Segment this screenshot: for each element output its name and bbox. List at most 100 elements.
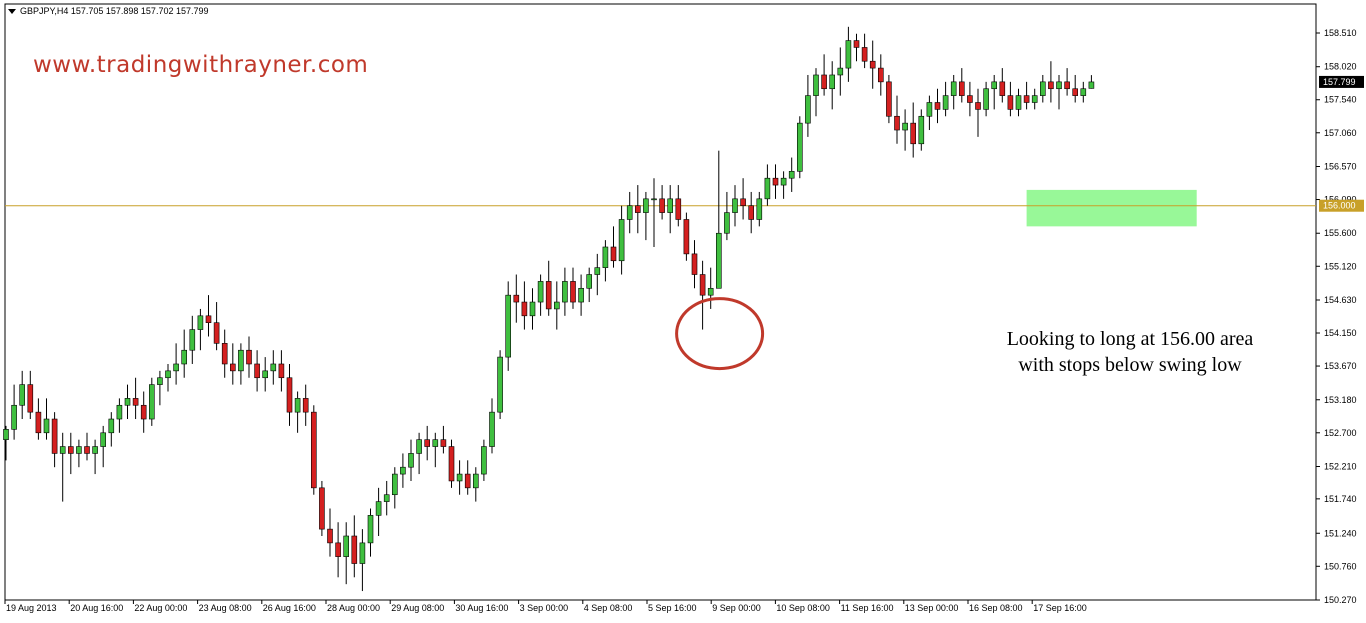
candle-body — [335, 542, 341, 557]
y-tick-label: 152.210 — [1324, 462, 1357, 472]
candle-body — [1048, 81, 1054, 90]
candle-body — [132, 398, 139, 406]
candle-body — [383, 494, 390, 502]
plot-frame — [4, 3, 1317, 601]
candle-body — [829, 74, 836, 90]
current-price-label: 157.799 — [1323, 77, 1356, 87]
candle-body — [1007, 95, 1014, 110]
candle-body — [886, 81, 892, 117]
candle-body — [651, 198, 657, 201]
candle-body — [545, 281, 552, 310]
dropdown-triangle-icon[interactable] — [8, 9, 16, 15]
candle-body — [19, 384, 26, 406]
candle-body — [497, 356, 503, 413]
y-tick-label: 157.540 — [1324, 95, 1357, 105]
candle-body — [343, 535, 350, 557]
x-tick-label: 3 Sep 00:00 — [520, 603, 569, 613]
y-tick-label: 158.510 — [1324, 28, 1357, 38]
y-tick-label: 154.150 — [1324, 328, 1357, 338]
x-tick-label: 30 Aug 16:00 — [455, 603, 508, 613]
x-tick-label: 11 Sep 16:00 — [841, 603, 894, 613]
candle-body — [918, 115, 925, 145]
candle-body — [537, 281, 544, 303]
candle-body — [11, 404, 17, 430]
candle-body — [424, 439, 431, 447]
candle-body — [934, 102, 941, 110]
candle-body — [675, 198, 682, 220]
candle-body — [667, 198, 674, 213]
candle-body — [59, 446, 66, 454]
candle-body — [764, 177, 771, 200]
candle-body — [294, 398, 301, 413]
candle-body — [853, 40, 860, 48]
x-tick-label: 29 Aug 08:00 — [391, 603, 444, 613]
candle-body — [92, 446, 98, 454]
candle-body — [610, 246, 617, 262]
candle-body — [489, 411, 495, 447]
candle-body — [367, 515, 374, 544]
y-tick-label: 155.600 — [1324, 228, 1357, 238]
x-tick-label: 17 Sep 16:00 — [1033, 603, 1087, 613]
candle-body — [715, 232, 722, 289]
candle-body — [513, 294, 520, 303]
candle-body — [1080, 88, 1087, 96]
candle-body — [456, 473, 463, 482]
candle-body — [894, 115, 900, 131]
candle-body — [238, 349, 244, 372]
x-tick-label: 19 Aug 2013 — [6, 603, 57, 613]
candle-body — [165, 370, 171, 379]
candle-body — [602, 246, 609, 268]
candle-body — [472, 473, 479, 489]
candle-body — [51, 418, 58, 454]
candle-body — [43, 418, 50, 434]
annotation-line-2: with stops below swing low — [1018, 354, 1242, 376]
x-tick-label: 13 Sep 00:00 — [905, 603, 959, 613]
candle-body — [562, 281, 568, 303]
chart-window: 158.510 158.020 157.540 157.060 156.570 156.0… — [0, 0, 1366, 618]
x-tick-label: 5 Sep 16:00 — [648, 603, 697, 613]
candle-body — [861, 47, 868, 62]
candle-body — [481, 446, 487, 475]
candle-body — [699, 274, 706, 296]
candle-body — [254, 363, 260, 379]
candle-body — [942, 95, 949, 110]
candle-body — [359, 542, 366, 564]
candle-body — [3, 429, 9, 440]
candle-body — [618, 219, 625, 262]
candle-body — [35, 411, 42, 434]
y-tick-label: 152.700 — [1324, 428, 1357, 438]
candle-body — [505, 294, 512, 358]
candle-body — [659, 198, 665, 213]
candle-body — [796, 122, 803, 172]
candle-body — [375, 501, 382, 516]
x-tick-label: 26 Aug 16:00 — [263, 603, 316, 613]
candle-body — [391, 473, 398, 496]
candle-body — [124, 398, 131, 406]
candle-body — [805, 95, 811, 124]
candle-body — [416, 439, 422, 454]
candle-body — [748, 205, 755, 220]
candle-body — [877, 67, 884, 83]
y-tick-label: 151.240 — [1324, 528, 1357, 538]
candle-body — [440, 439, 447, 447]
trade-annotation: Looking to long at 156.00 area with stop… — [960, 326, 1300, 378]
candle-body — [691, 253, 698, 275]
candle-body — [724, 212, 730, 234]
candle-body — [772, 177, 779, 186]
candlestick-chart: 158.510 158.020 157.540 157.060 156.570 156.0… — [3, 3, 1364, 613]
candle-body — [1088, 81, 1095, 89]
candle-body — [464, 473, 471, 489]
candle-body — [246, 349, 252, 365]
candle-body — [910, 122, 917, 145]
candle-body — [302, 398, 309, 413]
candle-body — [813, 74, 819, 96]
candle-body — [262, 370, 269, 379]
y-tick-label: 155.120 — [1324, 261, 1357, 271]
candle-body — [221, 343, 228, 365]
candle-body — [869, 60, 876, 69]
candle-body — [173, 363, 179, 372]
candle-body — [521, 301, 528, 317]
candle-body — [408, 453, 414, 468]
symbol-info-bar: GBPJPY,H4 157.705 157.898 157.702 157.79… — [8, 6, 209, 16]
candle-body — [529, 301, 536, 317]
